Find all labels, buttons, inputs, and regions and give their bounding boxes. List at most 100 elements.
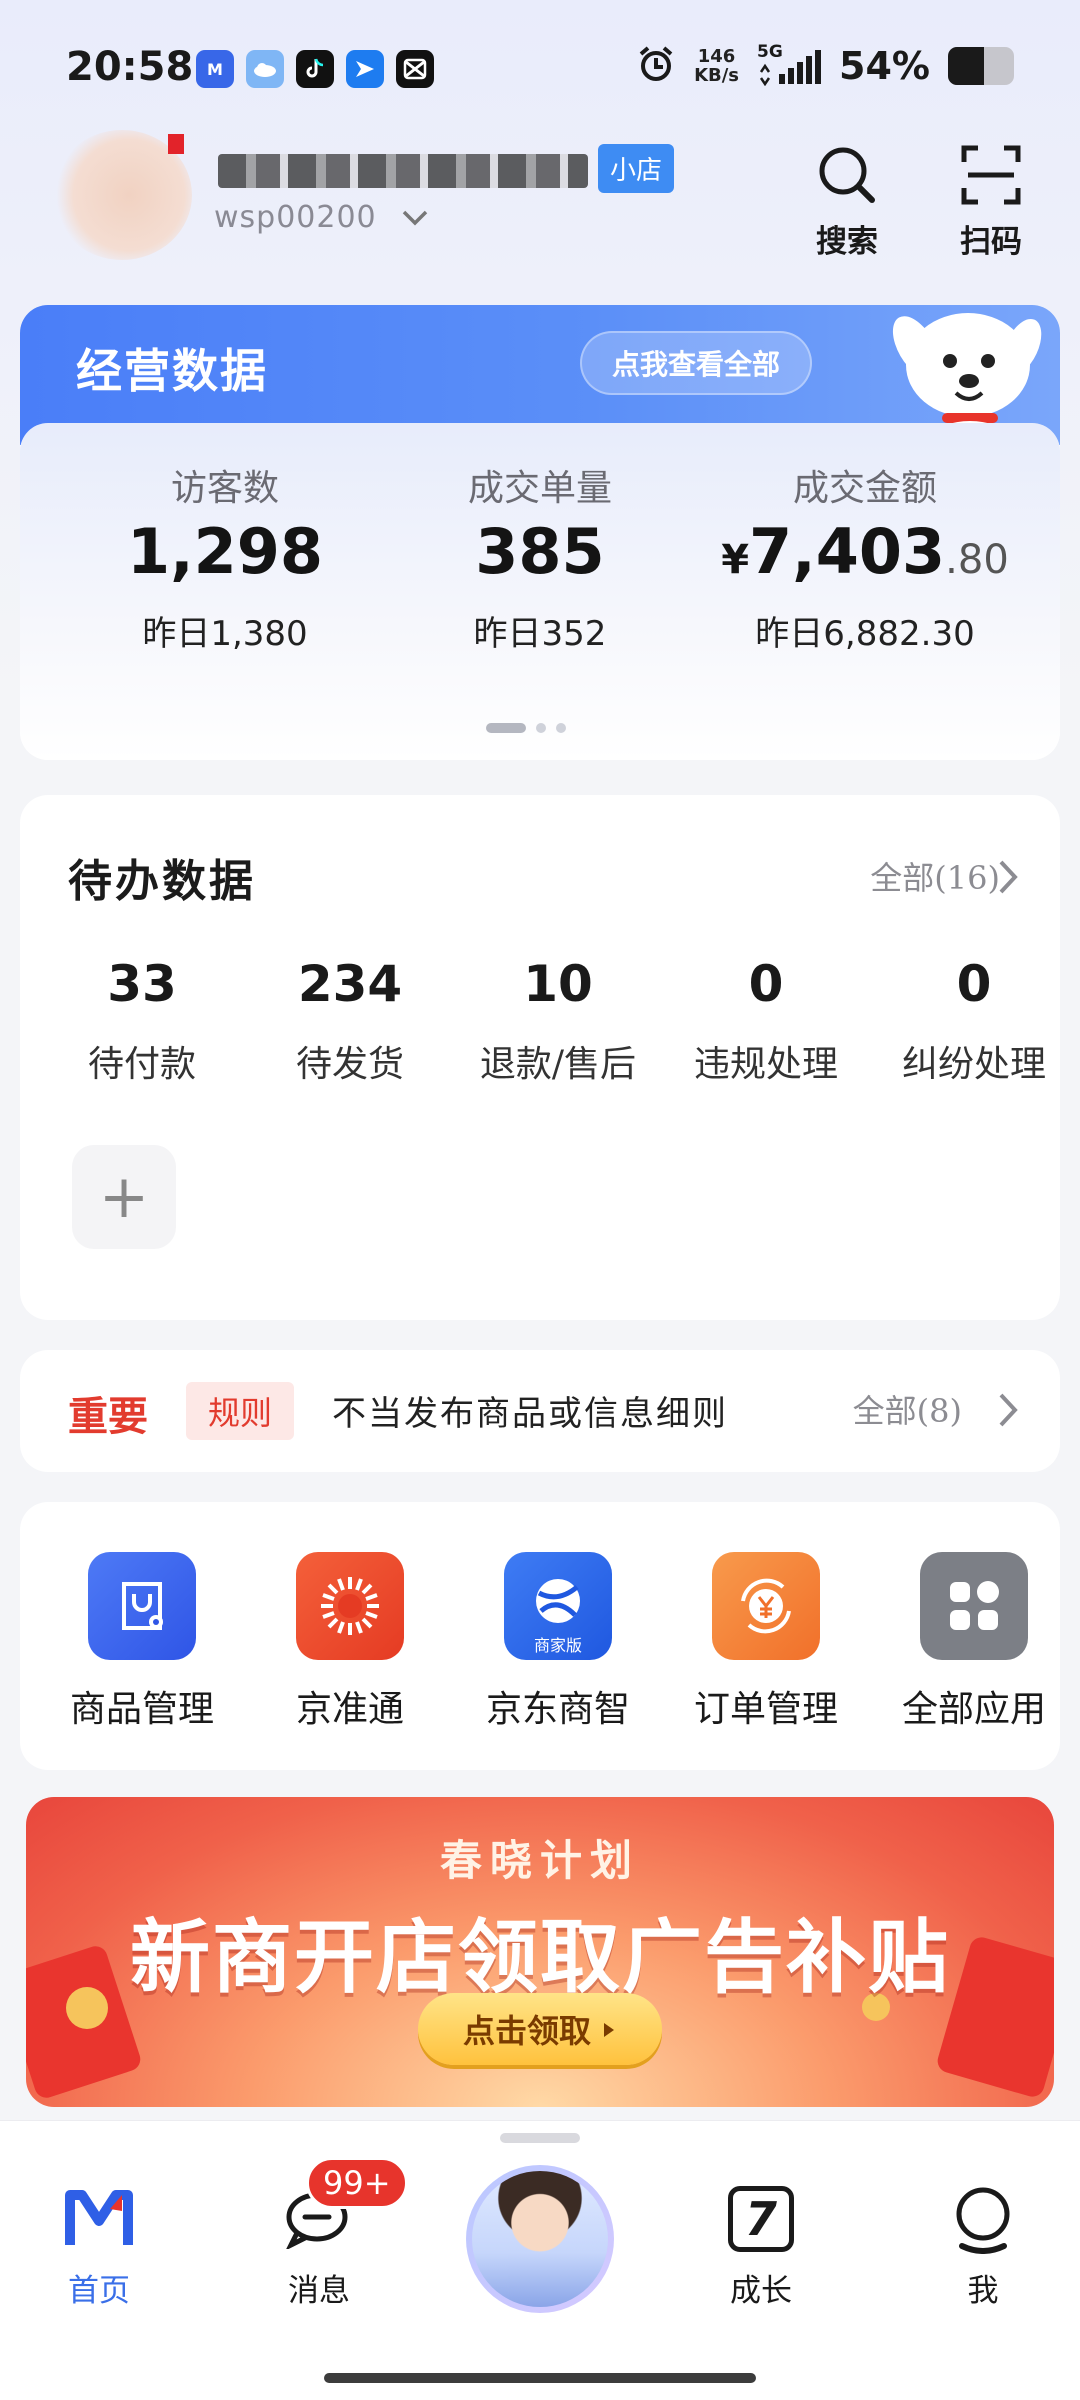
signal-icon: 5G [757,42,822,86]
todo-count: 10 [523,955,593,1013]
stat-gmv[interactable]: 成交金额 ¥7,403.80 昨日6,882.30 [700,459,1030,655]
todo-label: 违规处理 [693,1044,838,1085]
home-m-icon [24,2179,174,2259]
todo-view-all[interactable]: 全部(16) [870,853,1000,899]
growth-7-icon: 7 [686,2179,836,2259]
grid-icon [920,1552,1028,1660]
page-indicator [486,723,566,733]
sunburst-icon [296,1552,404,1660]
app-product-management[interactable]: 商品管理 [38,1552,246,1732]
battery-percent: 54% [839,44,930,88]
nav-label: 消息 [288,2273,350,2309]
chevron-down-icon[interactable] [400,202,430,235]
stat-yesterday: 昨日1,380 [142,614,308,654]
assistant-avatar-button[interactable] [466,2165,614,2313]
stat-yesterday: 昨日6,882.30 [755,614,975,654]
app-label: 全部应用 [901,1689,1046,1730]
add-todo-button[interactable]: + [72,1145,176,1249]
todo-title: 待办数据 [68,856,256,907]
home-indicator[interactable] [324,2373,756,2383]
todo-count: 0 [956,955,992,1013]
net-speed: 146 KB/s [694,47,739,85]
todo-label: 待发货 [295,1044,404,1085]
app-all-apps[interactable]: 全部应用 [870,1552,1078,1732]
stat-visitors[interactable]: 访客数 1,298 昨日1,380 [60,459,390,655]
app-label: 商品管理 [69,1689,214,1730]
todo-label: 退款/售后 [479,1044,637,1085]
stat-yesterday: 昨日352 [473,614,607,654]
nav-label: 首页 [68,2273,130,2309]
chevron-right-icon[interactable] [996,857,1020,907]
chevron-right-icon[interactable] [996,1390,1020,1440]
stat-value: ¥7,403.80 [700,515,1030,588]
stat-value-integer: 7,403 [749,515,946,588]
drag-handle[interactable] [500,2133,580,2143]
notice-important-label: 重要 [68,1393,148,1440]
shop-type-tag: 小店 [598,144,675,193]
scan-button[interactable]: 扫码 [946,140,1036,261]
todo-item-disputes[interactable]: 0 纠纷处理 [870,955,1078,1087]
todo-count: 33 [107,955,177,1013]
stat-value: 385 [475,515,605,588]
notice-bar[interactable]: 重要 规则 不当发布商品或信息细则 全部(8) [20,1350,1060,1472]
shop-name-redacted [218,154,588,188]
account-id[interactable]: wsp00200 [214,200,377,235]
todo-item-refund[interactable]: 10 退款/售后 [454,955,662,1087]
nav-growth[interactable]: 7 成长 [686,2179,836,2310]
notice-view-all[interactable]: 全部(8) [853,1386,962,1432]
claim-button[interactable]: 点击领取 [418,1993,662,2065]
search-icon [802,140,892,210]
status-indicators: 146 KB/s 5G 54% [636,42,1014,88]
growth-glyph: 7 [728,2186,794,2252]
app-label: 京东商智 [485,1689,630,1730]
todo-item-pending-payment[interactable]: 33 待付款 [38,955,246,1087]
shop-header: 小店 wsp00200 搜索 扫码 [0,130,1080,300]
status-bar: 20:58 M 146 KB/s 5G 54% [0,0,1080,130]
operations-title: 经营数据 [76,344,268,398]
view-all-button[interactable]: 点我查看全部 [580,331,813,395]
search-label: 搜索 [816,224,878,260]
nav-label: 成长 [730,2273,792,2309]
page-dot [536,723,546,733]
app-jd-shangzhi[interactable]: 商家版 京东商智 [454,1552,662,1732]
operations-data-card: 经营数据 点我查看全部 访客数 1,298 昨日1,380 成交单量 385 昨… [20,305,1060,760]
stat-value: 1,298 [126,515,324,588]
search-button[interactable]: 搜索 [802,140,892,261]
todo-item-violations[interactable]: 0 违规处理 [662,955,870,1087]
app-label: 京准通 [295,1689,404,1730]
stat-label: 成交金额 [792,468,937,509]
jd-merchant-icon: M [196,50,234,88]
stat-orders[interactable]: 成交单量 385 昨日352 [375,459,705,655]
stat-label: 访客数 [170,468,279,509]
todo-label: 待付款 [87,1044,196,1085]
todo-item-pending-shipment[interactable]: 234 待发货 [246,955,454,1087]
net-speed-unit: KB/s [694,65,740,86]
operations-stats: 访客数 1,298 昨日1,380 成交单量 385 昨日352 成交金额 ¥7… [20,423,1060,760]
banner-title: 新商开店领取广告补贴 [130,1911,950,2004]
order-yuan-icon [712,1552,820,1660]
app-label: 订单管理 [693,1689,838,1730]
todo-count: 0 [748,955,784,1013]
notice-tag: 规则 [186,1382,295,1440]
notice-text[interactable]: 不当发布商品或信息细则 [332,1386,728,1435]
nav-home[interactable]: 首页 [24,2179,174,2310]
stat-value-decimal: .80 [945,537,1009,583]
app-order-management[interactable]: 订单管理 [662,1552,870,1732]
profile-icon [908,2179,1058,2259]
todo-label: 纠纷处理 [901,1044,1046,1085]
alarm-icon [636,44,676,88]
page-dot-active [486,723,526,733]
promo-banner[interactable]: 春晓计划 新商开店领取广告补贴 点击领取 [26,1797,1054,2107]
unread-badge: 99+ [306,2157,408,2209]
battery-icon [948,47,1014,85]
app-shortcuts: 商品管理 京准通 商家版 京东商智 订单管理 全部应用 [20,1502,1060,1770]
battery-fill [948,47,984,85]
page-dot [556,723,566,733]
banner-subtitle: 春晓计划 [439,1836,640,1885]
nav-label: 我 [967,2273,999,2309]
capcut-icon [396,50,434,88]
nav-profile[interactable]: 我 [908,2179,1058,2310]
app-jingzhuntong[interactable]: 京准通 [246,1552,454,1732]
globe-icon: 商家版 [504,1552,612,1660]
product-bag-icon [88,1552,196,1660]
